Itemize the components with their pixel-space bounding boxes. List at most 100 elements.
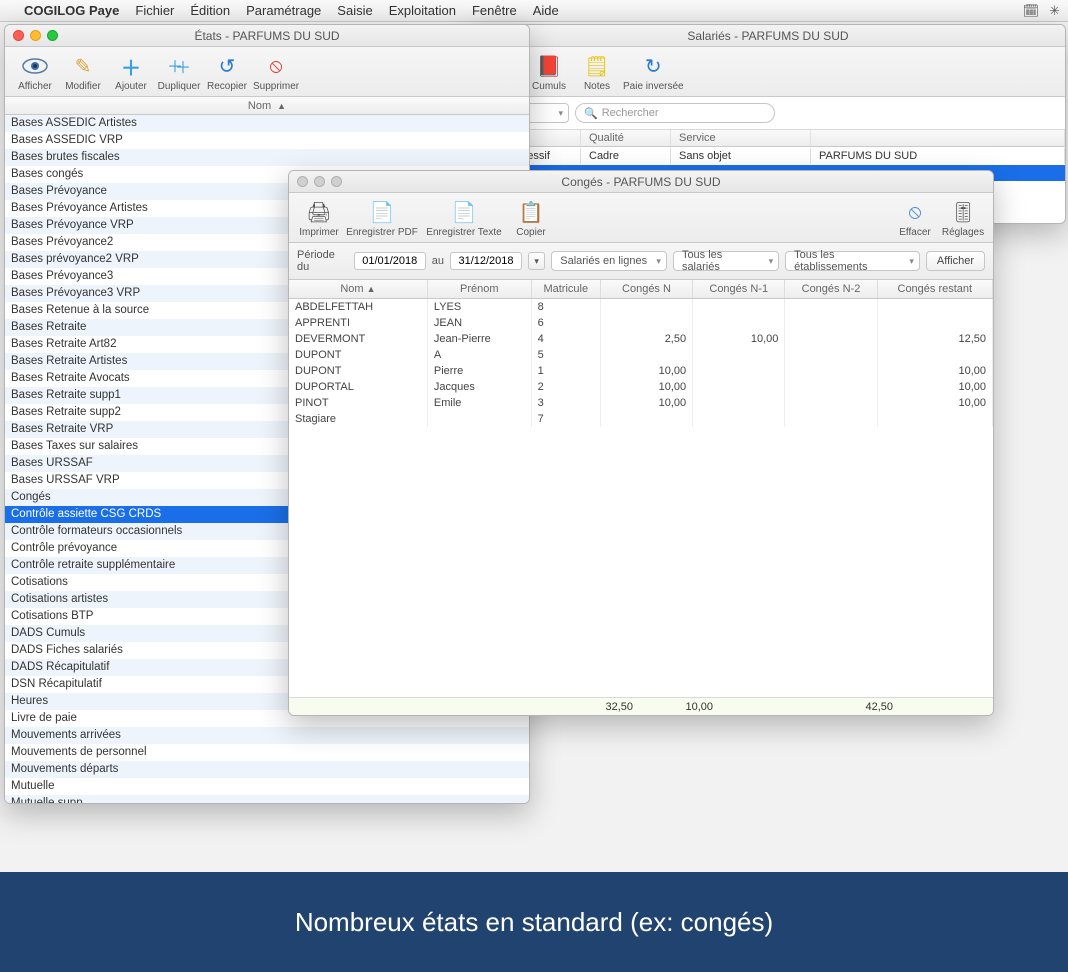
printer-icon: 🖨	[305, 199, 333, 225]
menu-fichier[interactable]: Fichier	[135, 3, 174, 18]
salaries-tool-notes[interactable]: 🗒Notes	[575, 53, 619, 92]
menu-fenetre[interactable]: Fenêtre	[472, 3, 517, 18]
minimize-icon[interactable]	[30, 30, 41, 41]
clipboard-icon: 📋	[517, 199, 545, 225]
slide-caption: Nombreux états en standard (ex: congés)	[0, 872, 1068, 972]
settings-icon: 🎚	[949, 199, 977, 225]
enregistrer-pdf-button[interactable]: 📄Enregistrer PDF	[345, 199, 419, 238]
date-to-input[interactable]	[450, 252, 522, 270]
etab-select[interactable]: Tous les établissements	[785, 251, 920, 271]
menu-edition[interactable]: Édition	[190, 3, 230, 18]
pencil-icon: ✎	[69, 53, 97, 79]
eye-icon	[21, 53, 49, 79]
enregistrer-texte-button[interactable]: 📄Enregistrer Texte	[423, 199, 505, 238]
conges-row[interactable]: PINOTEmile310,0010,00	[289, 395, 993, 411]
close-icon[interactable]	[13, 30, 24, 41]
close-icon[interactable]	[297, 176, 308, 187]
afficher-button[interactable]: Afficher	[13, 53, 57, 92]
supprimer-button[interactable]: ⦸ Supprimer	[253, 53, 299, 92]
menu-parametrage[interactable]: Paramétrage	[246, 3, 321, 18]
date-dropdown[interactable]: ▾	[528, 252, 545, 270]
etats-item[interactable]: Bases brutes fiscales	[5, 149, 529, 166]
etats-item[interactable]: Mouvements de personnel	[5, 744, 529, 761]
conges-col[interactable]: Congés N-1	[693, 280, 785, 299]
conges-totals: 32,50 10,00 42,50	[289, 697, 993, 715]
conges-row[interactable]: ABDELFETTAHLYES8	[289, 299, 993, 316]
conges-title: Congés - PARFUMS DU SUD	[561, 175, 720, 189]
col-service[interactable]: Service	[671, 130, 811, 146]
conges-row[interactable]: DUPONTA5	[289, 347, 993, 363]
dupliquer-button[interactable]: ＋＋ Dupliquer	[157, 53, 201, 92]
menu-aide[interactable]: Aide	[533, 3, 559, 18]
etats-column-header[interactable]: Nom ▲	[5, 97, 529, 115]
text-file-icon: 📄	[450, 199, 478, 225]
salaries-toolbar: 👥és 📕Cumuls 🗒Notes ↻Paie inversée	[471, 47, 1065, 97]
forbidden-icon: ⦸	[262, 53, 290, 79]
effacer-button[interactable]: ⦸Effacer	[893, 199, 937, 238]
etats-item[interactable]: Bases ASSEDIC VRP	[5, 132, 529, 149]
conges-col[interactable]: Congés N	[600, 280, 692, 299]
ajouter-button[interactable]: ＋ Ajouter	[109, 53, 153, 92]
minimize-icon[interactable]	[314, 176, 325, 187]
salaries-tool-cumuls[interactable]: 📕Cumuls	[527, 53, 571, 92]
gear-icon[interactable]: ✳︎	[1049, 3, 1060, 19]
menu-exploitation[interactable]: Exploitation	[389, 3, 456, 18]
conges-row[interactable]: DUPORTALJacques210,0010,00	[289, 379, 993, 395]
imprimer-button[interactable]: 🖨Imprimer	[297, 199, 341, 238]
duplicate-icon: ＋＋	[165, 53, 193, 79]
etats-item[interactable]: Mouvements départs	[5, 761, 529, 778]
reglages-button[interactable]: 🎚Réglages	[941, 199, 985, 238]
salaries-columns: Profil Qualité Service	[471, 130, 1065, 147]
recopy-icon: ↺	[213, 53, 241, 79]
conges-titlebar[interactable]: Congés - PARFUMS DU SUD	[289, 171, 993, 193]
conges-filters: Période du au ▾ Salariés en lignes Tous …	[289, 243, 993, 280]
mode-select[interactable]: Salariés en lignes	[551, 251, 667, 271]
etats-toolbar: Afficher ✎ Modifier ＋ Ajouter ＋＋ Dupliqu…	[5, 47, 529, 97]
recopier-button[interactable]: ↺ Recopier	[205, 53, 249, 92]
salaries-titlebar[interactable]: Salariés - PARFUMS DU SUD	[471, 25, 1065, 47]
sort-asc-icon: ▲	[277, 101, 286, 111]
total-n: 32,50	[559, 701, 639, 713]
salaries-filters: arié 🔍 Rechercher	[471, 97, 1065, 130]
app-name[interactable]: COGILOG Paye	[24, 3, 119, 18]
salaries-tool-paie-inversee[interactable]: ↻Paie inversée	[623, 53, 684, 92]
pdf-icon: 📄	[368, 199, 396, 225]
menu-saisie[interactable]: Saisie	[337, 3, 372, 18]
mac-menubar: COGILOG Paye Fichier Édition Paramétrage…	[0, 0, 1068, 22]
salaries-row[interactable]: CRE dégressif Cadre Sans objet PARFUMS D…	[471, 147, 1065, 165]
zoom-icon[interactable]	[331, 176, 342, 187]
conges-row[interactable]: DEVERMONTJean-Pierre42,5010,0012,50	[289, 331, 993, 347]
conges-toolbar: 🖨Imprimer 📄Enregistrer PDF 📄Enregistrer …	[289, 193, 993, 243]
scope-select[interactable]: Tous les salariés	[673, 251, 779, 271]
conges-col[interactable]: Nom ▲	[289, 280, 427, 299]
conges-col[interactable]: Congés N-2	[785, 280, 877, 299]
conges-row[interactable]: APPRENTIJEAN6	[289, 315, 993, 331]
au-label: au	[432, 255, 444, 267]
etats-item[interactable]: Bases ASSEDIC Artistes	[5, 115, 529, 132]
conges-table: Nom ▲PrénomMatriculeCongés NCongés N-1Co…	[289, 280, 993, 427]
afficher-button[interactable]: Afficher	[926, 251, 985, 271]
date-from-input[interactable]	[354, 252, 426, 270]
copier-button[interactable]: 📋Copier	[509, 199, 553, 238]
forbidden-icon: ⦸	[901, 199, 929, 225]
conges-col[interactable]: Congés restant	[877, 280, 992, 299]
conges-row[interactable]: Stagiare7	[289, 411, 993, 427]
conges-window: Congés - PARFUMS DU SUD 🖨Imprimer 📄Enreg…	[288, 170, 994, 716]
etats-item[interactable]: Mutuelle	[5, 778, 529, 795]
conges-col[interactable]: Prénom	[427, 280, 531, 299]
modifier-button[interactable]: ✎ Modifier	[61, 53, 105, 92]
etats-item[interactable]: Mutuelle supp	[5, 795, 529, 804]
conges-row[interactable]: DUPONTPierre110,0010,00	[289, 363, 993, 379]
etats-titlebar[interactable]: États - PARFUMS DU SUD	[5, 25, 529, 47]
col-qualite[interactable]: Qualité	[581, 130, 671, 146]
periode-label: Période du	[297, 249, 348, 273]
calendar-icon[interactable]: 🗓	[1023, 3, 1040, 19]
plus-icon: ＋	[117, 53, 145, 79]
etats-item[interactable]: Mouvements arrivées	[5, 727, 529, 744]
salaries-title: Salariés - PARFUMS DU SUD	[687, 29, 848, 43]
total-rest: 42,50	[799, 701, 899, 713]
conges-col[interactable]: Matricule	[531, 280, 600, 299]
search-icon: 🔍	[584, 107, 598, 120]
zoom-icon[interactable]	[47, 30, 58, 41]
salaries-search[interactable]: 🔍 Rechercher	[575, 103, 775, 123]
